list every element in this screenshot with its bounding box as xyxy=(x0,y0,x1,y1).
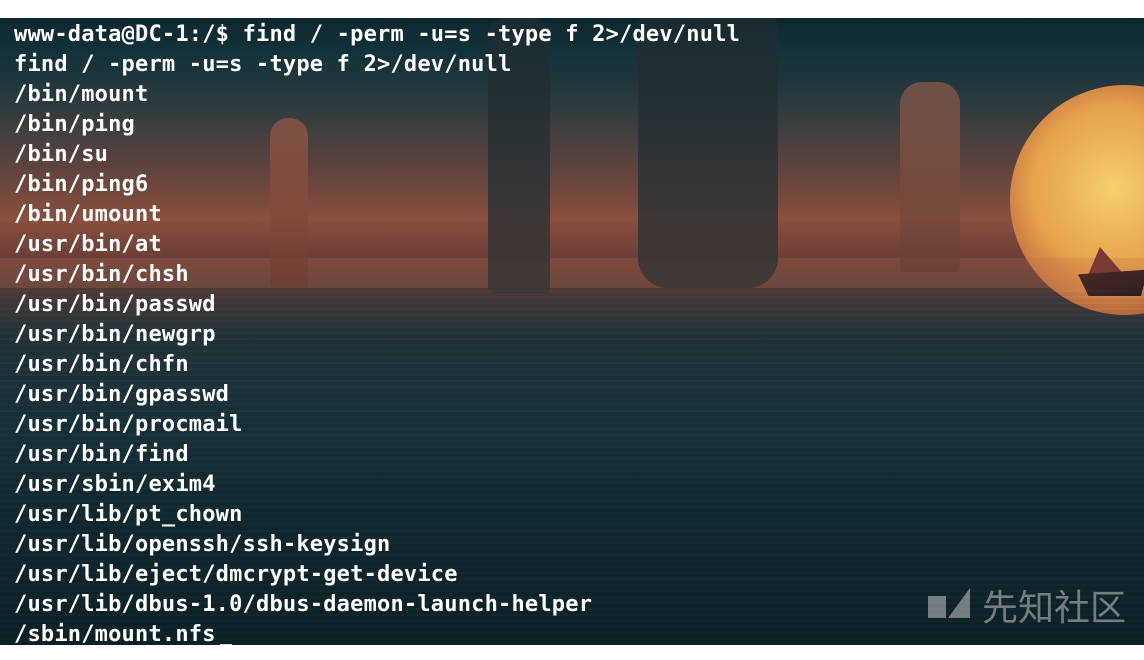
terminal-output-line: /usr/lib/openssh/ssh-keysign xyxy=(14,532,391,557)
terminal-output-line: /bin/umount xyxy=(14,202,162,227)
terminal-window[interactable]: www-data@DC-1:/$ find / -perm -u=s -type… xyxy=(0,0,1144,645)
terminal-prompt-line: www-data@DC-1:/$ find / -perm -u=s -type… xyxy=(14,22,741,47)
rock-pillar xyxy=(900,82,960,272)
xianzhi-logo-icon xyxy=(927,588,972,622)
terminal-output-text: /sbin/mount.nfs xyxy=(14,622,216,645)
terminal-output-line: /usr/lib/dbus-1.0/dbus-daemon-launch-hel… xyxy=(14,592,593,617)
terminal-output-line: /usr/bin/newgrp xyxy=(14,322,216,347)
terminal-output-line: /usr/bin/procmail xyxy=(14,412,243,437)
terminal-output-line: /usr/bin/gpasswd xyxy=(14,382,230,407)
terminal-output-line: /bin/su xyxy=(14,142,109,167)
terminal-output-line: /usr/sbin/exim4 xyxy=(14,472,216,497)
terminal-output-line: /usr/bin/passwd xyxy=(14,292,216,317)
terminal-echo-line: find / -perm -u=s -type f 2>/dev/null xyxy=(14,52,512,77)
terminal-cursor[interactable] xyxy=(219,644,232,645)
terminal-output-line: /sbin/mount.nfs xyxy=(14,620,740,645)
terminal-output-line: /bin/mount xyxy=(14,82,149,107)
terminal-output-line: /usr/lib/pt_chown xyxy=(14,502,243,527)
terminal-output-line: /usr/bin/chfn xyxy=(14,352,189,377)
terminal-output-line: /usr/bin/at xyxy=(14,232,162,257)
terminal-output-line: /bin/ping xyxy=(14,112,136,137)
terminal-output-line: /usr/bin/chsh xyxy=(14,262,189,287)
watermark: 先知社区 xyxy=(927,579,1126,631)
terminal-output[interactable]: www-data@DC-1:/$ find / -perm -u=s -type… xyxy=(14,20,740,645)
terminal-output-line: /usr/lib/eject/dmcrypt-get-device xyxy=(14,562,458,587)
terminal-output-line: /usr/bin/find xyxy=(14,442,189,467)
terminal-output-line: /bin/ping6 xyxy=(14,172,149,197)
watermark-text: 先知社区 xyxy=(981,588,1126,629)
